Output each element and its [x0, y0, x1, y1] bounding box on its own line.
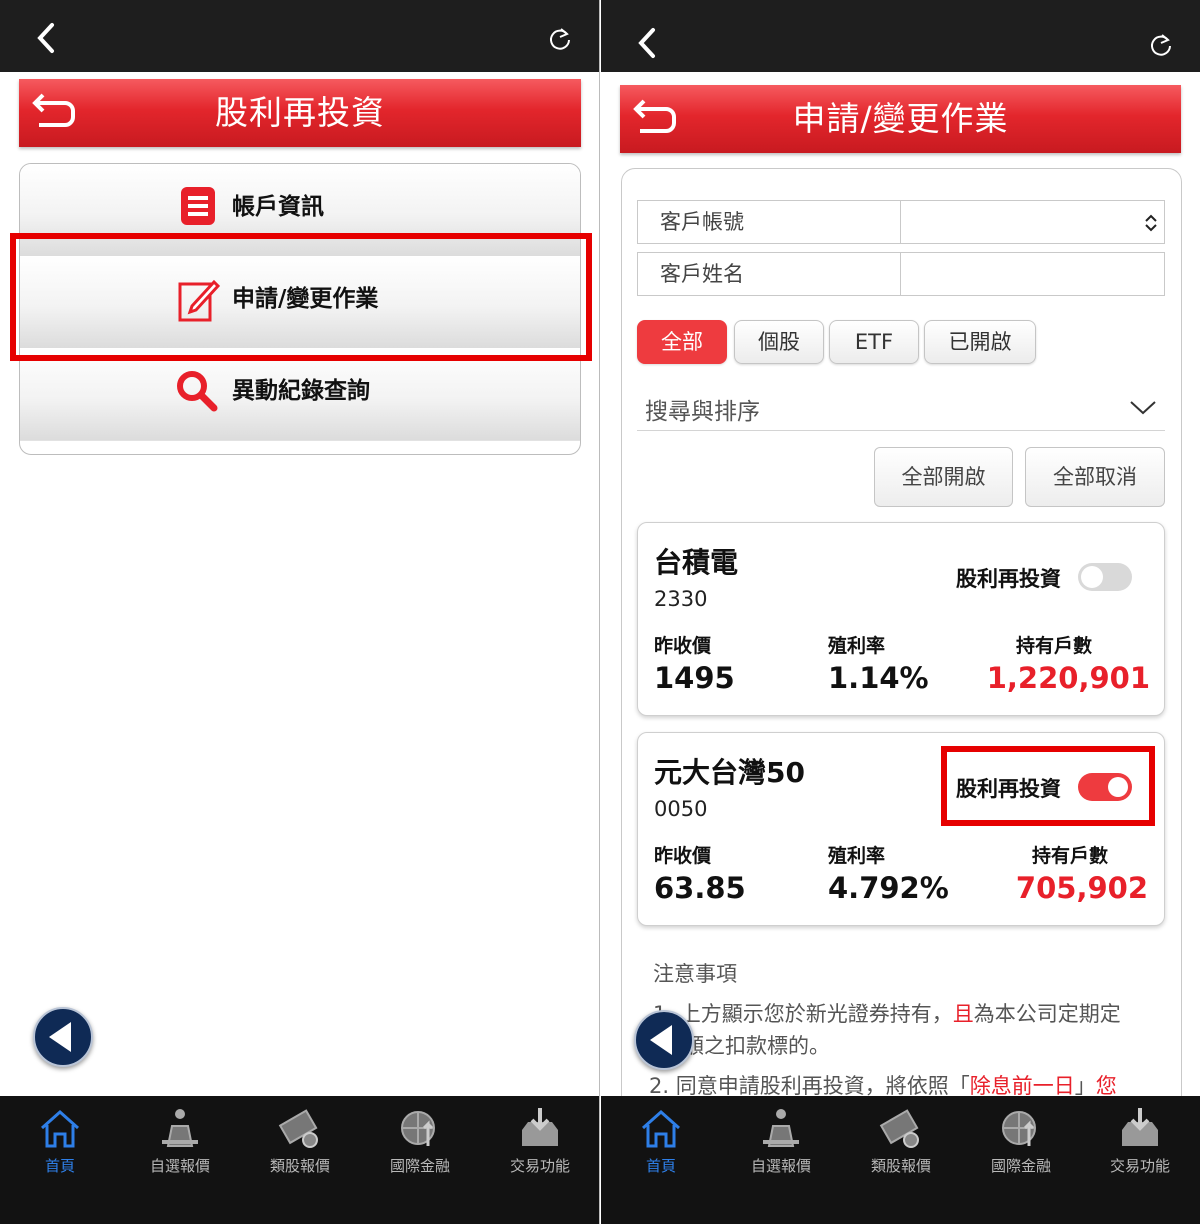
drip-label: 股利再投資 — [956, 567, 1061, 591]
sector-quote-icon — [879, 1109, 919, 1148]
chevron-down-icon — [1130, 401, 1156, 415]
page-title: 股利再投資 — [215, 93, 385, 132]
tab-bar: 首頁 自選報價 類股報價 國際金融 交易功能 — [0, 1096, 599, 1224]
search-icon — [177, 371, 218, 412]
yield-value: 1.14% — [828, 661, 929, 695]
close-label: 昨收價 — [654, 845, 712, 867]
filter-enabled[interactable]: 已開啟 — [924, 320, 1036, 364]
cancel-all-button[interactable]: 全部取消 — [1025, 447, 1165, 507]
holders-label: 持有戶數 — [1032, 845, 1109, 867]
field-label: 客戶姓名 — [638, 253, 901, 295]
enable-all-button[interactable]: 全部開啟 — [874, 447, 1013, 507]
search-sort-dropdown[interactable]: 搜尋與排序 — [637, 386, 1165, 431]
top-bar — [601, 0, 1200, 72]
page-title-bar: 股利再投資 — [19, 79, 581, 147]
back-chevron-icon[interactable] — [36, 22, 56, 54]
stock-card: 台積電 2330 股利再投資 昨收價 殖利率 持有戶數 1495 1.14% 1… — [637, 522, 1165, 716]
right-screen: 申請/變更作業 客戶帳號 客戶姓名 全部 個股 ETF 已開啟 搜尋與排序 全部… — [601, 0, 1200, 1224]
watchlist-icon — [162, 1109, 198, 1147]
stock-code: 0050 — [654, 797, 708, 821]
trade-icon — [1122, 1108, 1158, 1146]
watchlist-icon — [763, 1109, 799, 1147]
home-icon — [41, 1109, 79, 1148]
page-title: 申請/變更作業 — [792, 99, 1009, 138]
note-1-line-2: 額之扣款標的。 — [683, 1034, 830, 1058]
back-chevron-icon[interactable] — [637, 27, 657, 59]
floating-back-button[interactable] — [634, 1010, 694, 1070]
note-1-line-1: 1. 上方顯示您於新光證券持有，且為本公司定期定 — [653, 1002, 1121, 1026]
yield-label: 殖利率 — [828, 845, 886, 867]
highlight-box — [941, 746, 1155, 826]
home-icon — [642, 1109, 680, 1148]
menu-item-change-history[interactable]: 異動紀錄查詢 — [20, 348, 580, 441]
holders-value: 705,902 — [1015, 871, 1148, 905]
close-value: 1495 — [654, 661, 735, 695]
stock-name: 台積電 — [654, 546, 739, 579]
globe-icon — [401, 1111, 435, 1146]
notes-title: 注意事項 — [653, 962, 737, 986]
holders-label: 持有戶數 — [1016, 635, 1093, 657]
filter-stock[interactable]: 個股 — [734, 320, 824, 364]
floating-back-button[interactable] — [33, 1007, 93, 1067]
close-value: 63.85 — [654, 871, 746, 905]
page-title-bar: 申請/變更作業 — [620, 85, 1181, 153]
list-icon — [181, 187, 215, 225]
close-label: 昨收價 — [654, 635, 712, 657]
trade-icon — [522, 1108, 558, 1146]
stock-name: 元大台灣50 — [654, 756, 805, 789]
sector-quote-icon — [278, 1109, 318, 1148]
top-bar — [0, 0, 599, 72]
field-label: 客戶帳號 — [638, 201, 901, 243]
globe-icon — [1002, 1111, 1036, 1146]
holders-value: 1,220,901 — [986, 661, 1150, 695]
refresh-icon[interactable] — [1148, 32, 1174, 58]
account-number-field[interactable]: 客戶帳號 — [637, 200, 1165, 244]
refresh-icon[interactable] — [547, 26, 573, 52]
tab-bar: 首頁 自選報價 類股報價 國際金融 交易功能 — [601, 1096, 1200, 1224]
highlight-box — [10, 233, 592, 361]
customer-name-field[interactable]: 客戶姓名 — [637, 252, 1165, 296]
yield-value: 4.792% — [828, 871, 949, 905]
yield-label: 殖利率 — [828, 635, 886, 657]
stock-code: 2330 — [654, 587, 708, 611]
sort-label: 搜尋與排序 — [645, 399, 760, 425]
left-screen: 股利再投資 帳戶資訊 申請/變更作業 異動紀錄查詢 首頁 自選報價 類股報價 國… — [0, 0, 600, 1224]
filter-all[interactable]: 全部 — [637, 320, 727, 364]
select-arrows-icon[interactable] — [1144, 213, 1158, 233]
filter-etf[interactable]: ETF — [829, 320, 919, 364]
drip-toggle[interactable] — [1078, 563, 1132, 591]
